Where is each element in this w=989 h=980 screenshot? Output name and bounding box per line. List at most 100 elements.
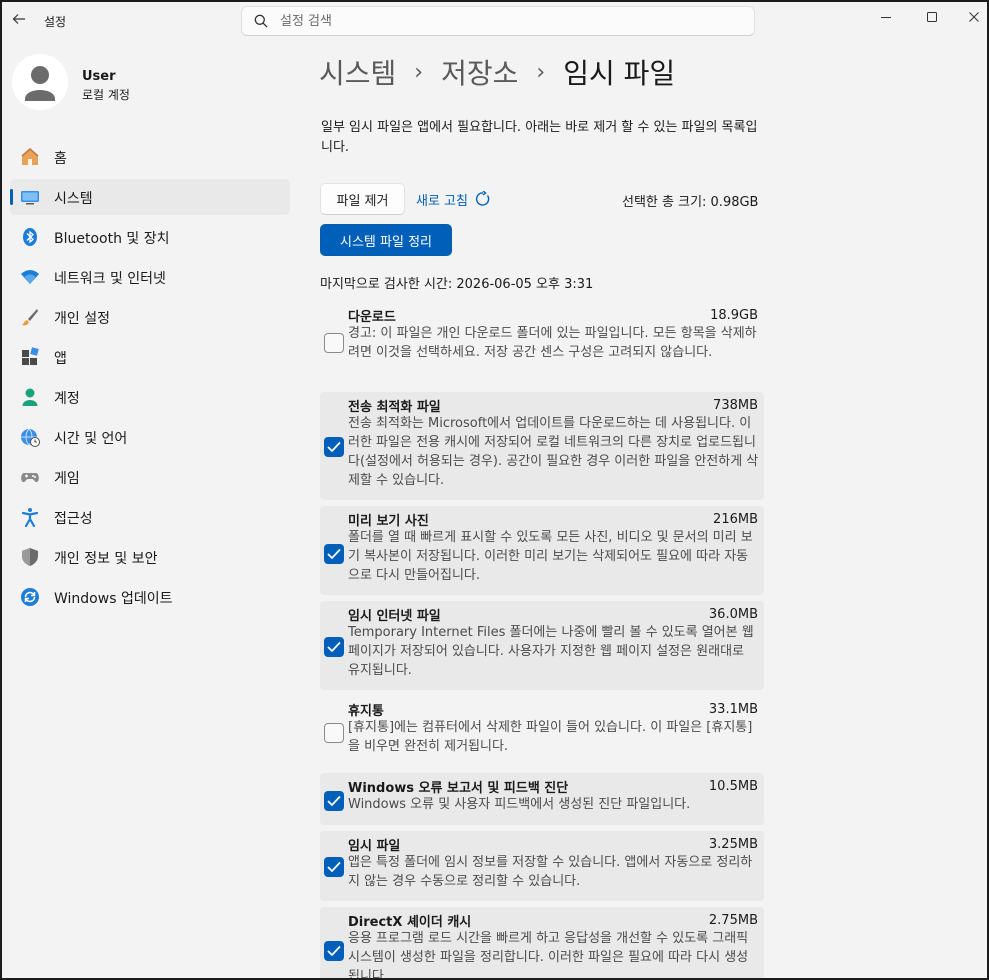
list-item-downloads[interactable]: 다운로드 18.9GB 경고: 이 파일은 개인 다운로드 폴더에 있는 파일입… <box>320 302 764 386</box>
close-button[interactable] <box>951 2 987 32</box>
checkmark-icon <box>327 945 341 957</box>
checkmark-icon <box>327 441 341 453</box>
account-type: 로컬 계정 <box>82 88 130 102</box>
sidebar-item-personalization[interactable]: 개인 설정 <box>10 299 290 335</box>
checkbox[interactable] <box>324 791 344 811</box>
sidebar-item-gaming[interactable]: 게임 <box>10 459 290 495</box>
sidebar-item-system[interactable]: 시스템 <box>10 179 290 215</box>
list-item-temporary-files[interactable]: 임시 파일 3.25MB 앱은 특정 폴더에 임시 정보를 저장할 수 있습니다… <box>320 831 764 901</box>
item-description: Temporary Internet Files 폴더에는 나중에 빨리 볼 수… <box>348 625 754 678</box>
search-input[interactable] <box>280 11 740 31</box>
list-item-error-reports[interactable]: Windows 오류 보고서 및 피드백 진단 10.5MB Windows 오… <box>320 773 764 825</box>
item-size: 33.1MB <box>708 702 758 717</box>
sidebar-item-home[interactable]: 홈 <box>10 139 290 175</box>
selected-total-size: 선택한 총 크기: 0.98GB <box>622 195 759 210</box>
sidebar-item-apps[interactable]: 앱 <box>10 339 290 375</box>
sidebar-item-label: Windows 업데이트 <box>54 591 173 607</box>
item-description: 응용 프로그램 로드 시간을 빠르게 하고 응답성을 개선할 수 있도록 그래픽… <box>348 931 749 980</box>
item-description: 경고: 이 파일은 개인 다운로드 폴더에 있는 파일입니다. 모든 항목을 삭… <box>348 326 757 360</box>
page-description: 일부 임시 파일은 앱에서 필요합니다. 아래는 바로 제거 할 수 있는 파일… <box>321 120 758 155</box>
checkbox[interactable] <box>324 637 344 657</box>
sidebar-item-label: 접근성 <box>54 511 93 527</box>
search-icon <box>254 14 268 28</box>
chevron-right-icon: › <box>536 59 546 85</box>
sidebar-item-label: Bluetooth 및 장치 <box>54 231 170 247</box>
minimize-button[interactable] <box>863 2 909 32</box>
item-description: 앱은 특정 폴더에 임시 정보를 저장할 수 있습니다. 앱에서 자동으로 정리… <box>348 855 753 889</box>
sidebar-item-time-language[interactable]: 시간 및 언어 <box>10 419 290 455</box>
breadcrumb: 시스템 › 저장소 › 임시 파일 <box>319 52 675 92</box>
checkbox[interactable] <box>324 437 344 457</box>
list-item-temp-internet-files[interactable]: 임시 인터넷 파일 36.0MB Temporary Internet File… <box>320 601 764 690</box>
avatar <box>12 54 68 110</box>
checkbox[interactable] <box>324 857 344 877</box>
item-size: 216MB <box>713 512 758 527</box>
sidebar-item-label: 계정 <box>54 391 80 407</box>
system-icon <box>21 191 39 205</box>
refresh-link[interactable]: 새로 고침 <box>416 186 491 212</box>
list-item-recycle-bin[interactable]: 휴지통 33.1MB [휴지통]에는 컴퓨터에서 삭제한 파일이 들어 있습니다… <box>320 696 764 767</box>
item-title: 미리 보기 사진 <box>348 514 429 529</box>
checkmark-icon <box>327 795 341 807</box>
sidebar-item-label: 게임 <box>54 471 80 487</box>
checkbox[interactable] <box>324 941 344 961</box>
sidebar-item-accessibility[interactable]: 접근성 <box>10 499 290 535</box>
user-name: User <box>82 69 116 84</box>
sidebar-item-label: 시스템 <box>54 191 93 207</box>
sidebar-item-bluetooth[interactable]: Bluetooth 및 장치 <box>10 219 290 255</box>
last-scan-time: 마지막으로 검사한 시간: 2026-06-05 오후 3:31 <box>320 277 594 292</box>
user-profile[interactable]: User 로컬 계정 <box>12 54 292 116</box>
list-item-delivery-optimization[interactable]: 전송 최적화 파일 738MB 전송 최적화는 Microsoft에서 업데이트… <box>320 392 764 500</box>
checkbox[interactable] <box>324 333 344 353</box>
home-icon <box>21 148 39 165</box>
breadcrumb-system[interactable]: 시스템 <box>319 52 396 92</box>
item-size: 738MB <box>713 398 758 413</box>
item-description: [휴지통]에는 컴퓨터에서 삭제한 파일이 들어 있습니다. 이 파일은 [휴지… <box>348 720 753 754</box>
sidebar-item-accounts[interactable]: 계정 <box>10 379 290 415</box>
item-size: 18.9GB <box>710 308 758 323</box>
temp-file-list: 다운로드 18.9GB 경고: 이 파일은 개인 다운로드 폴더에 있는 파일입… <box>320 302 764 980</box>
item-title: 임시 인터넷 파일 <box>348 609 441 624</box>
globe-clock-icon <box>21 428 40 447</box>
gamepad-icon <box>21 473 39 483</box>
list-item-thumbnails[interactable]: 미리 보기 사진 216MB 폴더를 열 때 빠르게 표시할 수 있도록 모든 … <box>320 506 764 595</box>
clean-system-files-button[interactable]: 시스템 파일 정리 <box>320 224 452 256</box>
sidebar-item-label: 앱 <box>54 351 67 367</box>
item-title: 휴지통 <box>348 704 384 719</box>
item-title: 전송 최적화 파일 <box>348 400 441 415</box>
maximize-icon <box>927 12 937 22</box>
checkmark-icon <box>327 548 341 560</box>
person-icon <box>12 54 68 110</box>
sidebar-item-label: 개인 정보 및 보안 <box>54 551 158 567</box>
item-description: 폴더를 열 때 빠르게 표시할 수 있도록 모든 사진, 비디오 및 문서의 미… <box>348 530 753 583</box>
sidebar-item-label: 개인 설정 <box>54 311 110 327</box>
close-icon <box>969 12 979 22</box>
remove-files-button[interactable]: 파일 제거 <box>320 183 405 215</box>
refresh-icon <box>475 191 490 206</box>
checkmark-icon <box>327 861 341 873</box>
breadcrumb-storage[interactable]: 저장소 <box>441 52 518 92</box>
item-size: 3.25MB <box>708 837 758 852</box>
item-size: 10.5MB <box>708 779 758 794</box>
sidebar-item-windows-update[interactable]: Windows 업데이트 <box>10 579 290 615</box>
title-bar: 설정 <box>2 2 987 40</box>
item-size: 2.75MB <box>708 913 758 928</box>
chevron-right-icon: › <box>414 59 424 85</box>
checkmark-icon <box>327 641 341 653</box>
item-description: 전송 최적화는 Microsoft에서 업데이트를 다운로드하는 데 사용됩니다… <box>348 416 759 488</box>
brush-icon <box>22 309 38 326</box>
sidebar-item-privacy[interactable]: 개인 정보 및 보안 <box>10 539 290 575</box>
list-item-directx-shader-cache[interactable]: DirectX 셰이더 캐시 2.75MB 응용 프로그램 로드 시간을 빠르게… <box>320 907 764 980</box>
search-box[interactable] <box>241 6 755 36</box>
checkbox[interactable] <box>324 723 344 743</box>
apps-icon <box>22 347 39 365</box>
back-button[interactable] <box>8 8 30 30</box>
checkbox[interactable] <box>324 544 344 564</box>
page-title: 임시 파일 <box>563 57 676 90</box>
sidebar-item-label: 홈 <box>54 151 67 167</box>
maximize-button[interactable] <box>909 2 955 32</box>
sidebar-item-label: 네트워크 및 인터넷 <box>54 271 166 287</box>
sidebar-item-network[interactable]: 네트워크 및 인터넷 <box>10 259 290 295</box>
accessibility-icon <box>21 508 39 527</box>
item-title: Windows 오류 보고서 및 피드백 진단 <box>348 781 569 796</box>
